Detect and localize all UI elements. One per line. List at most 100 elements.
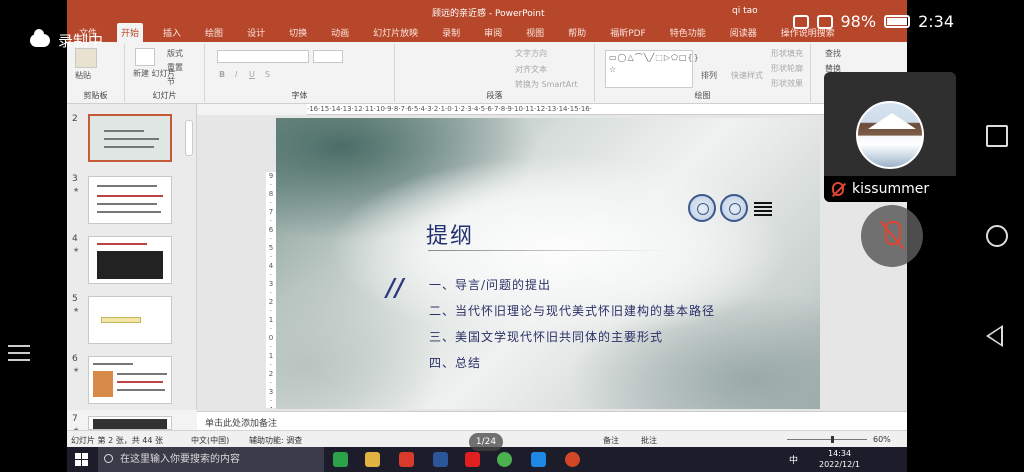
- section-button[interactable]: 节: [167, 76, 175, 87]
- slide-thumbnail-6[interactable]: [88, 356, 172, 404]
- ribbon: 粘贴 剪贴板 新建 幻灯片 版式 重置 节 幻灯片 B I U S 字体 文字方…: [67, 42, 907, 104]
- quick-styles-button[interactable]: 快速样式: [731, 70, 763, 81]
- slide-thumbnail-2[interactable]: [88, 114, 172, 162]
- drawing-group: ▭◯△⌒╲╱⬚▷⬠□{}☆ 排列 快速样式 形状填充 形状轮廓 形状效果 绘图: [595, 44, 811, 102]
- call-participant-tile[interactable]: kissummer: [824, 72, 956, 202]
- zoom-level[interactable]: 60%: [873, 435, 891, 444]
- tab-reader[interactable]: 阅读器: [726, 23, 761, 42]
- text-direction-button[interactable]: 文字方向: [515, 48, 547, 59]
- menu-icon[interactable]: [8, 345, 30, 361]
- chrome-icon[interactable]: [497, 452, 512, 467]
- zoom-slider[interactable]: [787, 436, 867, 443]
- app-icon[interactable]: [465, 452, 480, 467]
- current-slide[interactable]: 提纲 // 一、导言/问题的提出 二、当代怀旧理论与现代美式怀旧建构的基本路径 …: [276, 118, 820, 409]
- taskbar-clock[interactable]: 14:34 2022/12/1: [819, 448, 860, 470]
- tab-features[interactable]: 特色功能: [666, 23, 710, 42]
- new-slide-icon[interactable]: [135, 48, 155, 66]
- underline-button[interactable]: U: [249, 70, 255, 79]
- bold-button[interactable]: B: [219, 70, 225, 79]
- arrange-button[interactable]: 排列: [701, 70, 717, 81]
- clipboard-group: 粘贴 剪贴板: [67, 44, 125, 102]
- group-label-slides: 幻灯片: [152, 91, 177, 100]
- tab-slideshow[interactable]: 幻灯片放映: [369, 23, 422, 42]
- mic-muted-icon: [832, 182, 844, 196]
- align-text-button[interactable]: 对齐文本: [515, 64, 547, 75]
- powerpoint-icon[interactable]: [565, 452, 580, 467]
- italic-button[interactable]: I: [235, 70, 237, 79]
- tab-foxit-pdf[interactable]: 福昕PDF: [606, 23, 650, 42]
- tab-review[interactable]: 审阅: [480, 23, 506, 42]
- clock-date: 2022/12/1: [819, 460, 861, 469]
- layout-button[interactable]: 版式: [167, 48, 183, 59]
- slide-thumbnail-3[interactable]: [88, 176, 172, 224]
- paste-button[interactable]: 粘贴: [75, 70, 91, 81]
- group-label-drawing: 绘图: [694, 91, 711, 100]
- slide-thumbnail-7[interactable]: [88, 416, 172, 430]
- tab-file[interactable]: 文件: [75, 23, 101, 42]
- font-group: B I U S 字体: [205, 44, 395, 102]
- android-time: 2:34: [918, 12, 954, 31]
- thumbnail-number: 5: [72, 294, 78, 304]
- animation-marker: ★: [73, 366, 80, 374]
- find-button[interactable]: 查找: [825, 48, 841, 59]
- slide-counter: 幻灯片 第 2 张，共 44 张: [71, 436, 163, 445]
- shape-effects-button[interactable]: 形状效果: [771, 78, 803, 89]
- smartart-button[interactable]: 转换为 SmartArt: [515, 79, 578, 90]
- animation-marker: ★: [73, 306, 80, 314]
- tab-transitions[interactable]: 切换: [285, 23, 311, 42]
- shapes-gallery[interactable]: ▭◯△⌒╲╱⬚▷⬠□{}☆: [605, 50, 699, 88]
- page-indicator: 1/24: [469, 433, 503, 451]
- slides-group: 新建 幻灯片 版式 重置 节 幻灯片: [125, 44, 205, 102]
- font-size-select[interactable]: [313, 50, 343, 63]
- ime-indicator[interactable]: 中: [789, 453, 798, 466]
- tab-record[interactable]: 录制: [438, 23, 464, 42]
- microphone-toggle-button[interactable]: [861, 205, 923, 267]
- user-name[interactable]: qi tao: [732, 6, 758, 16]
- tab-animations[interactable]: 动画: [327, 23, 353, 42]
- tab-draw[interactable]: 绘图: [201, 23, 227, 42]
- tab-help[interactable]: 帮助: [564, 23, 590, 42]
- outline-item: 四、总结: [429, 356, 482, 370]
- notes-toggle-button[interactable]: 备注: [603, 435, 619, 446]
- thumbnail-number: 7: [72, 414, 78, 424]
- window-title: 顾远的亲近感 - PowerPoint: [432, 9, 545, 19]
- language-indicator[interactable]: 中文(中国): [191, 435, 229, 446]
- file-explorer-icon[interactable]: [365, 452, 380, 467]
- shadow-button[interactable]: S: [265, 70, 270, 79]
- tab-design[interactable]: 设计: [243, 23, 269, 42]
- accessibility-status[interactable]: 辅助功能: 调查: [249, 435, 302, 446]
- animation-marker: ★: [73, 246, 80, 254]
- wechat-icon[interactable]: [333, 452, 348, 467]
- app-icon[interactable]: [399, 452, 414, 467]
- group-label-font: 字体: [291, 91, 308, 100]
- word-icon[interactable]: [433, 452, 448, 467]
- tell-me-search[interactable]: 操作说明搜索: [777, 23, 839, 42]
- app-icon[interactable]: [531, 452, 546, 467]
- tab-home[interactable]: 开始: [117, 23, 144, 42]
- university-seal-icon: [688, 194, 716, 222]
- powerpoint-window: 顾远的亲近感 - PowerPoint qi tao 文件 开始 插入 绘图 设…: [67, 0, 907, 447]
- screen: 顾远的亲近感 - PowerPoint qi tao 文件 开始 插入 绘图 设…: [0, 0, 1024, 472]
- home-button[interactable]: [986, 225, 1008, 247]
- thumbnails-scrollbar[interactable]: [185, 120, 193, 156]
- shape-outline-button[interactable]: 形状轮廓: [771, 63, 803, 74]
- reset-button[interactable]: 重置: [167, 62, 183, 73]
- comments-button[interactable]: 批注: [641, 435, 657, 446]
- font-name-select[interactable]: [217, 50, 309, 63]
- group-label-paragraph: 段落: [486, 91, 503, 100]
- group-label-clipboard: 剪贴板: [83, 91, 108, 100]
- windows-start-icon[interactable]: [75, 453, 89, 467]
- title-bar: 顾远的亲近感 - PowerPoint qi tao: [67, 0, 907, 22]
- horizontal-ruler: ·16·15·14·13·12·11·10·9·8·7·6·5·4·3·2·1·…: [307, 104, 827, 115]
- notes-pane[interactable]: 单击此处添加备注: [197, 411, 907, 430]
- tab-view[interactable]: 视图: [522, 23, 548, 42]
- slide-thumbnail-4[interactable]: [88, 236, 172, 284]
- back-button[interactable]: [986, 325, 1003, 347]
- taskbar-search-input[interactable]: 在这里输入你要搜索的内容: [98, 447, 324, 472]
- recents-button[interactable]: [986, 125, 1008, 147]
- paste-icon[interactable]: [75, 48, 97, 68]
- clock-time: 14:34: [827, 449, 852, 458]
- shape-fill-button[interactable]: 形状填充: [771, 48, 803, 59]
- tab-insert[interactable]: 插入: [159, 23, 185, 42]
- slide-thumbnail-5[interactable]: [88, 296, 172, 344]
